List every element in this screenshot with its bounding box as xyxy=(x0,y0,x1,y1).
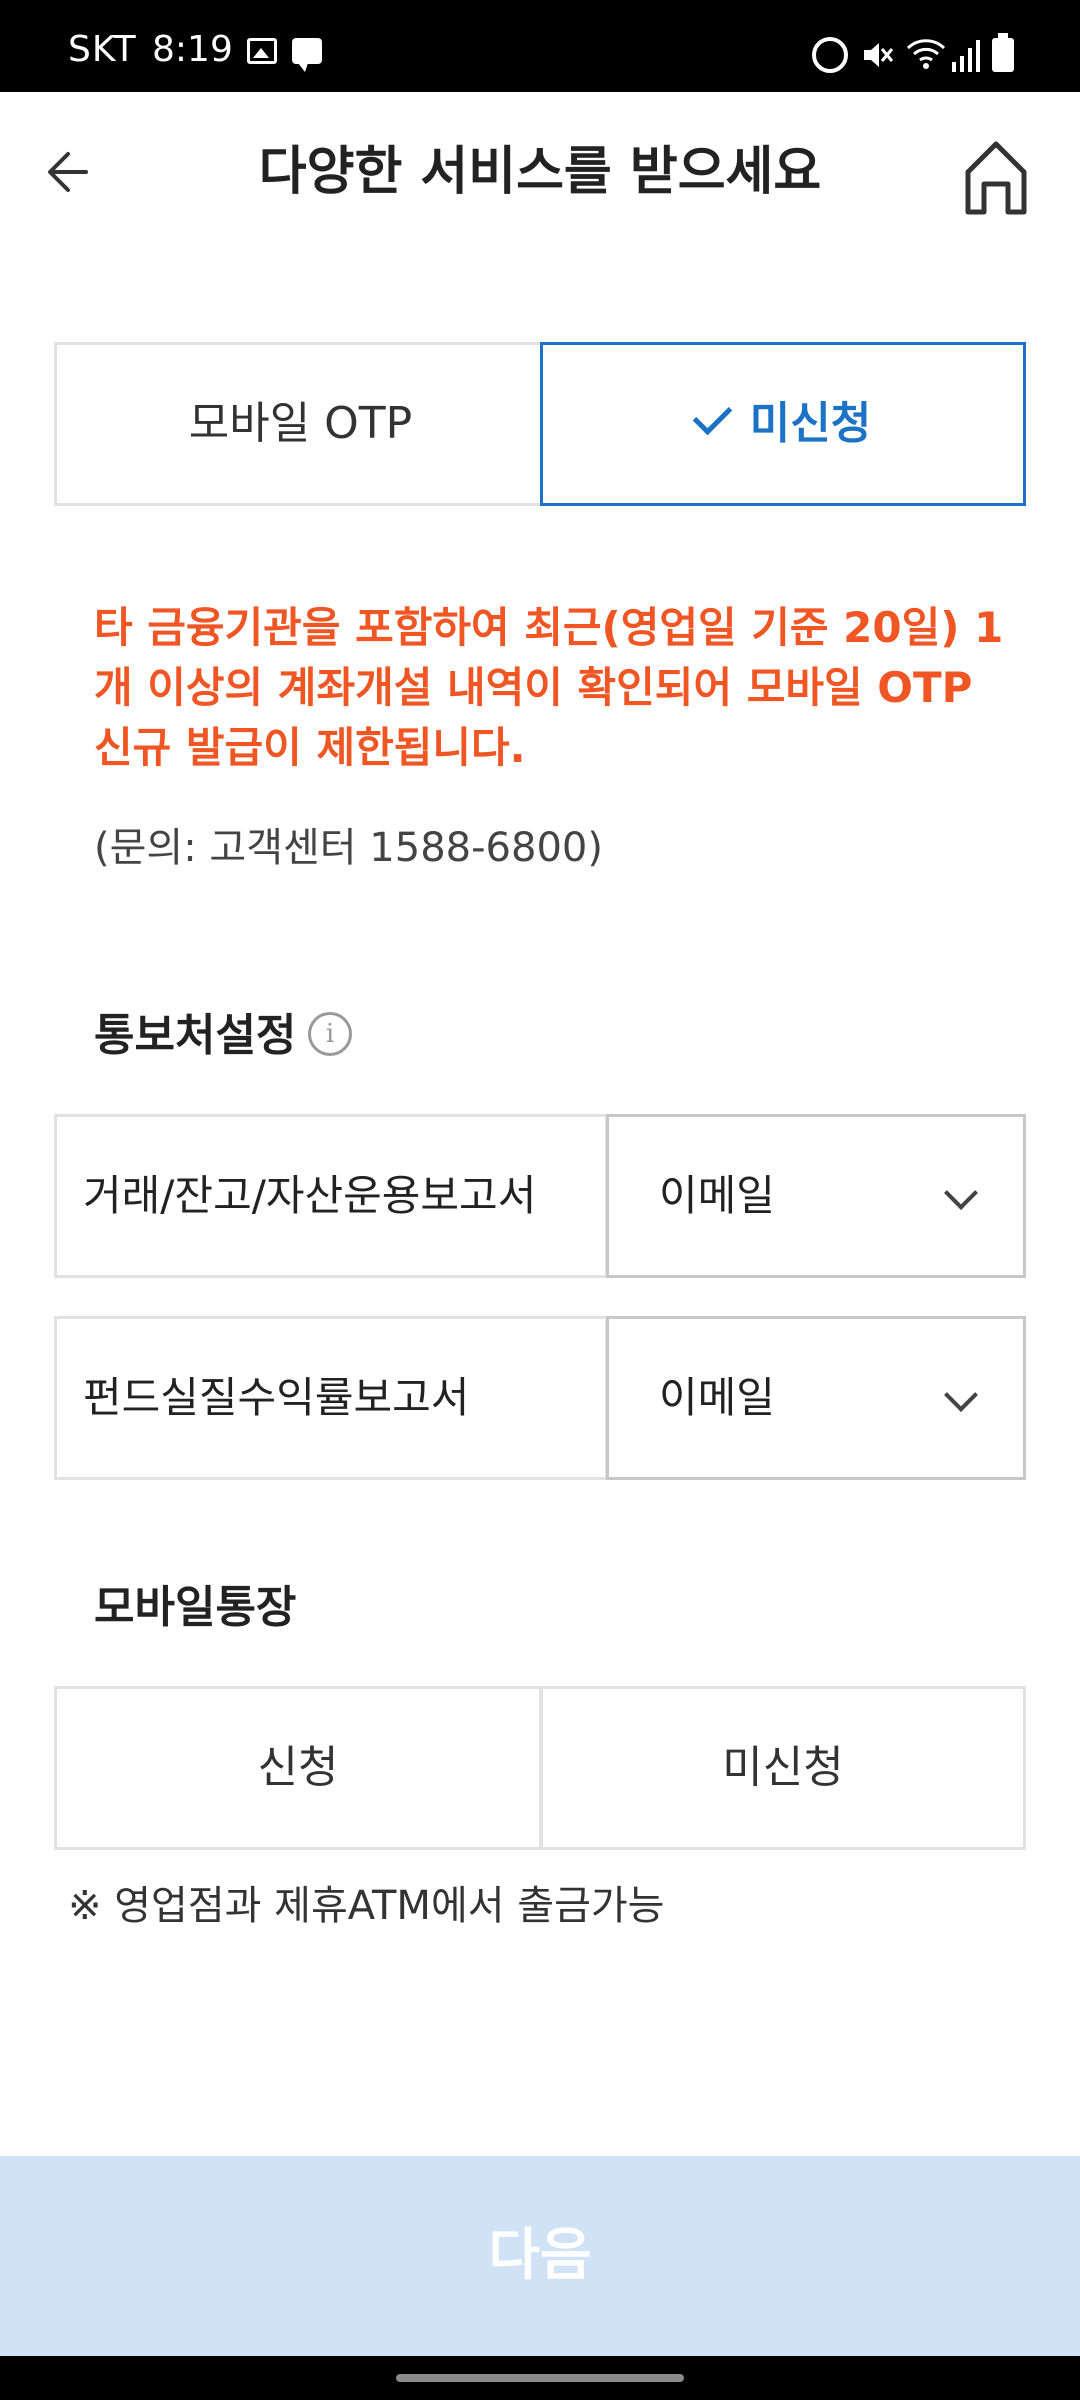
passbook-section-title: 모바일통장 xyxy=(94,1582,297,1633)
notify-method-select[interactable]: 이메일 xyxy=(606,1114,1026,1278)
status-bar: SKT 8:19 xyxy=(0,0,1080,92)
mobile-otp-label: 모바일 OTP xyxy=(188,398,413,449)
clock-time: 8:19 xyxy=(152,29,233,70)
home-gesture-handle[interactable] xyxy=(396,2374,684,2382)
passbook-apply-option[interactable]: 신청 xyxy=(54,1686,542,1850)
signal-icon xyxy=(952,40,980,72)
battery-icon xyxy=(992,33,1014,72)
inquiry-text: (문의: 고객센터 1588-6800) xyxy=(94,825,603,871)
check-icon xyxy=(692,395,733,436)
home-icon[interactable] xyxy=(960,138,1032,218)
otp-restriction-warning: 타 금융기관을 포함하여 최근(영업일 기준 20일) 1개 이상의 계좌개설 … xyxy=(94,603,1004,772)
message-notification-icon xyxy=(292,38,322,72)
page-title: 다양한 서비스를 받으세요 xyxy=(258,142,822,202)
otp-not-applied-option[interactable]: 미신청 xyxy=(540,342,1026,506)
chevron-down-icon xyxy=(944,1176,978,1210)
info-icon[interactable]: i xyxy=(308,1012,352,1056)
passbook-apply-label: 신청 xyxy=(257,1742,339,1793)
mobile-otp-option[interactable]: 모바일 OTP xyxy=(54,342,544,506)
withdrawal-note: ※ 영업점과 제휴ATM에서 출금가능 xyxy=(68,1883,665,1929)
passbook-not-apply-label: 미신청 xyxy=(722,1742,844,1793)
select-value: 이메일 xyxy=(659,1373,775,1422)
back-arrow-icon[interactable] xyxy=(40,140,104,204)
notify-row-label: 거래/잔고/자산운용보고서 xyxy=(54,1114,608,1278)
chevron-down-icon xyxy=(944,1378,978,1412)
notify-section-title: 통보처설정 xyxy=(94,1010,297,1061)
image-notification-icon xyxy=(247,38,277,64)
select-value: 이메일 xyxy=(659,1171,775,1220)
notify-row-label: 펀드실질수익률보고서 xyxy=(54,1316,608,1480)
alarm-icon xyxy=(812,37,848,73)
carrier-label: SKT xyxy=(68,29,137,70)
wifi-icon xyxy=(906,39,946,69)
next-button[interactable]: 다음 xyxy=(0,2156,1080,2356)
passbook-not-apply-option[interactable]: 미신청 xyxy=(540,1686,1026,1850)
mute-icon xyxy=(864,43,894,67)
otp-not-applied-label: 미신청 xyxy=(749,398,872,449)
notify-method-select[interactable]: 이메일 xyxy=(606,1316,1026,1480)
